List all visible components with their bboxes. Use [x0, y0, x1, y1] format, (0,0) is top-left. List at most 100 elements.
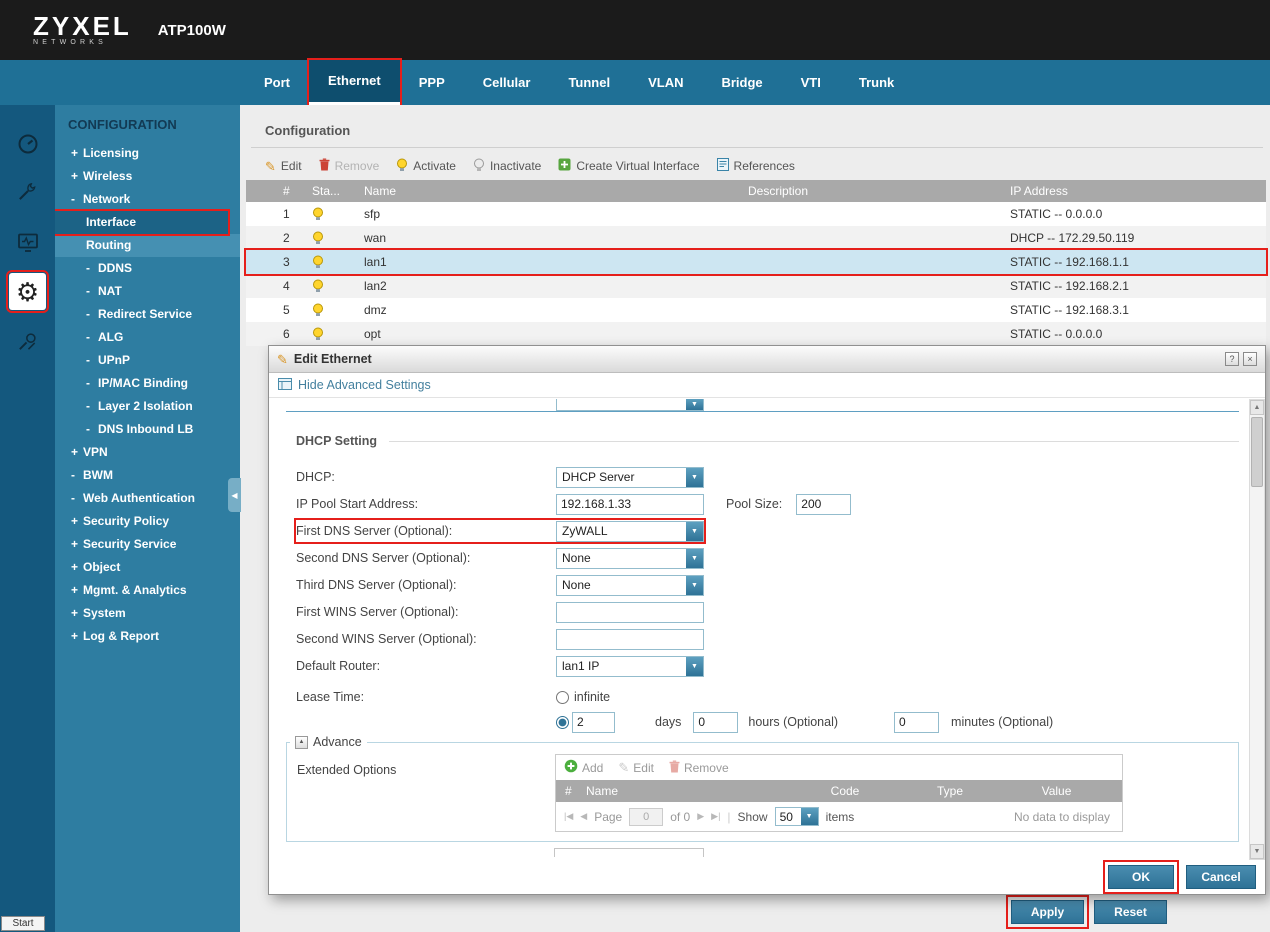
page-number-input[interactable] — [629, 808, 663, 826]
sidebar-item-routing[interactable]: Routing — [55, 234, 240, 257]
edit-icon: ✎ — [277, 353, 288, 366]
tab-bridge[interactable]: Bridge — [702, 60, 781, 105]
sidebar-item-alg[interactable]: -ALG — [55, 326, 240, 349]
sidebar-item-dns-inbound-lb[interactable]: -DNS Inbound LB — [55, 418, 240, 441]
scroll-down-icon[interactable]: ▼ — [1250, 844, 1264, 859]
sidebar-item-system[interactable]: +System — [55, 602, 240, 625]
lease-infinite-radio[interactable] — [556, 691, 569, 704]
add-button[interactable]: Add — [564, 759, 603, 776]
activate-button[interactable]: Activate — [396, 158, 456, 175]
app-header: ZYXEL NETWORKS ATP100W — [0, 0, 1270, 60]
apply-button[interactable]: Apply — [1011, 900, 1084, 924]
inactivate-button[interactable]: Inactivate — [473, 158, 541, 175]
second-wins-input[interactable] — [556, 629, 704, 650]
table-row-wan[interactable]: 2 wan DHCP -- 172.29.50.119 — [246, 226, 1266, 250]
tab-trunk[interactable]: Trunk — [840, 60, 913, 105]
configuration-gear-icon[interactable]: ⚙ — [9, 273, 46, 310]
dhcp-mode-select[interactable]: DHCP Server▼ — [556, 467, 704, 488]
sidebar-item-licensing[interactable]: +Licensing — [55, 142, 240, 165]
sidebar-item-nat[interactable]: -NAT — [55, 280, 240, 303]
bulb-off-icon — [473, 158, 485, 175]
sidebar-item-redirect-service[interactable]: -Redirect Service — [55, 303, 240, 326]
sidebar-item-network[interactable]: -Network — [55, 188, 240, 211]
sidebar-item-ip-mac-binding[interactable]: -IP/MAC Binding — [55, 372, 240, 395]
table-row-lan1[interactable]: 3 lan1 STATIC -- 192.168.1.1 — [246, 250, 1266, 274]
collapse-advance-icon[interactable]: ▲ — [295, 736, 308, 749]
monitor-icon[interactable] — [9, 223, 46, 260]
second-wins-row: Second WINS Server (Optional): — [296, 628, 704, 650]
table-row-opt[interactable]: 6 opt STATIC -- 0.0.0.0 — [246, 322, 1266, 346]
cancel-button[interactable]: Cancel — [1186, 865, 1256, 889]
chevron-down-icon: ▼ — [801, 808, 818, 825]
close-button[interactable]: × — [1243, 352, 1257, 366]
sidebar-item-wireless[interactable]: +Wireless — [55, 165, 240, 188]
sidebar-title: CONFIGURATION — [55, 105, 240, 142]
lease-custom-radio[interactable] — [556, 716, 569, 729]
sidebar-item-mgmt-analytics[interactable]: +Mgmt. & Analytics — [55, 579, 240, 602]
dialog-scrollbar[interactable]: ▲ ▼ — [1249, 399, 1265, 860]
sidebar-item-ddns[interactable]: -DDNS — [55, 257, 240, 280]
prev-page-icon[interactable]: ◀ — [580, 811, 587, 822]
sidebar-item-interface[interactable]: Interface — [55, 211, 228, 234]
next-page-icon[interactable]: ▶ — [697, 811, 704, 822]
remove-button[interactable]: Remove — [319, 158, 380, 174]
tab-port[interactable]: Port — [245, 60, 309, 105]
show-items-select[interactable]: 50▼ — [775, 807, 819, 826]
pool-size-input[interactable] — [796, 494, 851, 515]
ip-pool-row: IP Pool Start Address: Pool Size: — [296, 493, 851, 515]
sidebar-collapse-icon[interactable]: ◀ — [228, 478, 241, 512]
dialog-title: Edit Ethernet — [294, 352, 372, 366]
dashboard-icon[interactable] — [9, 125, 46, 162]
tab-vti[interactable]: VTI — [782, 60, 840, 105]
ok-button[interactable]: OK — [1108, 865, 1174, 889]
edit-option-button[interactable]: ✎Edit — [618, 761, 654, 775]
tab-cellular[interactable]: Cellular — [464, 60, 550, 105]
sidebar-item-security-policy[interactable]: +Security Policy — [55, 510, 240, 533]
lease-minutes-input[interactable] — [894, 712, 939, 733]
tab-ppp[interactable]: PPP — [400, 60, 464, 105]
maintenance-icon[interactable] — [9, 323, 46, 360]
advanced-settings-icon — [278, 378, 292, 393]
sidebar-item-log-report[interactable]: +Log & Report — [55, 625, 240, 648]
table-row-sfp[interactable]: 1 sfp STATIC -- 0.0.0.0 — [246, 202, 1266, 226]
sidebar-item-web-authentication[interactable]: -Web Authentication — [55, 487, 240, 510]
lease-custom-row: days hours (Optional) minutes (Optional) — [296, 711, 1053, 733]
status-active-icon — [296, 279, 352, 293]
dialog-titlebar[interactable]: ✎ Edit Ethernet ? × — [269, 346, 1265, 373]
references-button[interactable]: References — [717, 158, 795, 174]
sidebar-item-layer2-isolation[interactable]: -Layer 2 Isolation — [55, 395, 240, 418]
tab-ethernet[interactable]: Ethernet — [309, 60, 400, 105]
scroll-up-icon[interactable]: ▲ — [1250, 400, 1264, 415]
first-dns-select[interactable]: ZyWALL▼ — [556, 521, 704, 542]
tab-vlan[interactable]: VLAN — [629, 60, 702, 105]
create-virtual-interface-button[interactable]: Create Virtual Interface — [558, 158, 699, 174]
tab-tunnel[interactable]: Tunnel — [549, 60, 629, 105]
lease-hours-input[interactable] — [693, 712, 738, 733]
scroll-thumb[interactable] — [1251, 417, 1263, 487]
second-dns-select[interactable]: None▼ — [556, 548, 704, 569]
sidebar-item-upnp[interactable]: -UPnP — [55, 349, 240, 372]
sidebar-item-object[interactable]: +Object — [55, 556, 240, 579]
nav-icon-strip: ⚙ — [0, 105, 55, 932]
advanced-settings-toggle[interactable]: Hide Advanced Settings — [269, 373, 1265, 398]
ip-pool-start-input[interactable] — [556, 494, 704, 515]
sidebar-item-vpn[interactable]: +VPN — [55, 441, 240, 464]
sidebar-item-security-service[interactable]: +Security Service — [55, 533, 240, 556]
lease-days-input[interactable] — [572, 712, 615, 733]
first-page-icon[interactable]: |◀ — [564, 811, 573, 822]
table-row-lan2[interactable]: 4 lan2 STATIC -- 192.168.2.1 — [246, 274, 1266, 298]
third-dns-select[interactable]: None▼ — [556, 575, 704, 596]
help-button[interactable]: ? — [1225, 352, 1239, 366]
start-button[interactable]: Start — [1, 916, 45, 931]
default-router-select[interactable]: lan1 IP▼ — [556, 656, 704, 677]
advance-legend: Advance — [313, 735, 362, 749]
reset-button[interactable]: Reset — [1094, 900, 1167, 924]
edit-button[interactable]: ✎Edit — [265, 159, 302, 173]
bulb-on-icon — [396, 158, 408, 175]
last-page-icon[interactable]: ▶| — [711, 811, 720, 822]
quick-setup-icon[interactable] — [9, 173, 46, 210]
sidebar-item-bwm[interactable]: -BWM — [55, 464, 240, 487]
first-wins-input[interactable] — [556, 602, 704, 623]
table-row-dmz[interactable]: 5 dmz STATIC -- 192.168.3.1 — [246, 298, 1266, 322]
remove-option-button[interactable]: Remove — [669, 760, 729, 776]
